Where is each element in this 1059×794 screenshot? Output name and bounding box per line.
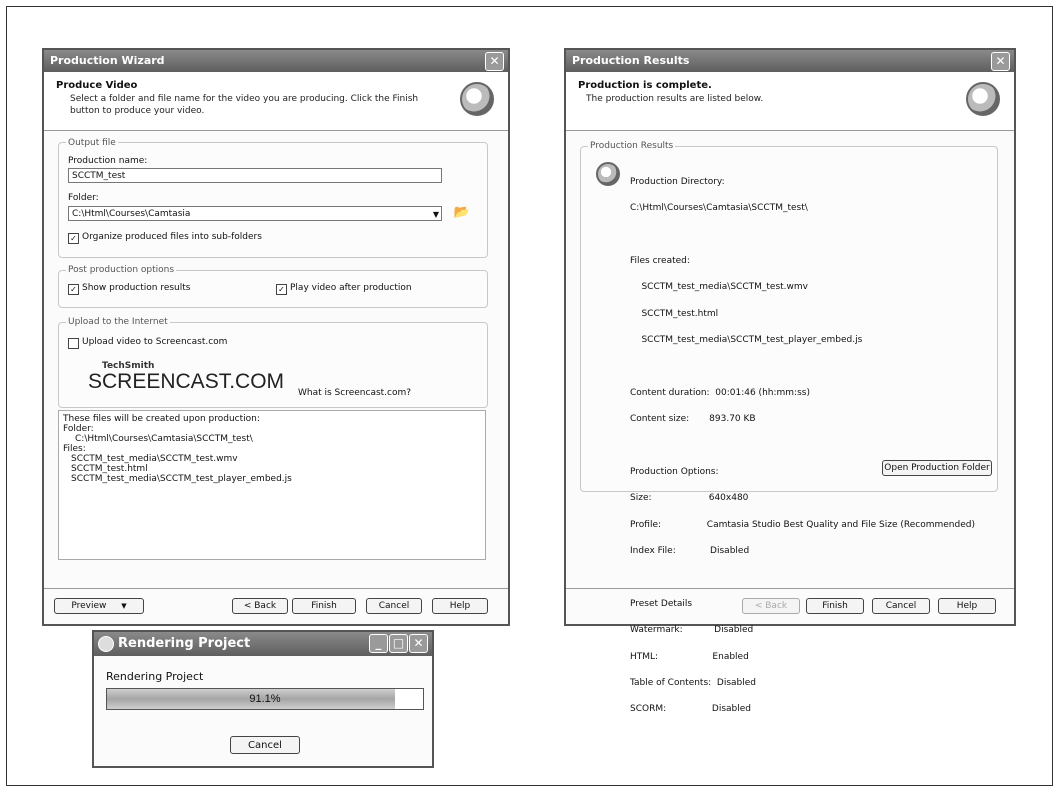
render-progress-text: 91.1% [249,693,281,705]
results-footer-separator [566,588,1014,589]
cancel-button[interactable]: Cancel [366,598,422,614]
preview-button[interactable]: Preview ▼ [54,598,144,614]
finish-button[interactable]: Finish [806,598,864,614]
upload-checkbox[interactable] [68,338,79,349]
render-progress-track: 91.1% [106,688,424,710]
files-info-box: These files will be created upon product… [58,410,486,560]
results-line: SCCTM_test.html [630,308,719,319]
files-info-line: SCCTM_test_media\SCCTM_test_player_embed… [71,474,292,484]
show-results-checkbox[interactable]: ✓ [68,284,79,295]
results-line: Size: 640x480 [630,493,749,504]
results-line: Watermark: Disabled [630,625,754,636]
files-info-line: SCCTM_test.html [71,464,148,474]
organize-checkbox[interactable]: ✓ [68,233,79,244]
render-title: Rendering Project [118,636,251,651]
wizard-header-desc: Select a folder and file name for the vi… [70,94,419,116]
results-line: SCCTM_test_media\SCCTM_test.wmv [630,282,808,293]
results-line [630,442,975,451]
play-after-label: Play video after production [290,283,412,293]
folder-select[interactable]: C:\Html\Courses\Camtasia ▼ [68,206,442,221]
production-results-window: Production Results ✕ Production is compl… [564,48,1016,714]
help-button[interactable]: Help [432,598,488,614]
maximize-icon[interactable]: □ [389,634,408,653]
production-results-group-label: Production Results [588,141,676,151]
files-info-line: Folder: [63,424,94,434]
production-name-label: Production name: [68,156,148,166]
finish-button[interactable]: Finish [292,598,356,614]
files-info-line: These files will be created upon product… [63,414,260,424]
results-header: Production is complete. The production r… [566,72,1014,131]
camtasia-small-icon [596,162,620,186]
results-line: Files created: [630,255,690,266]
files-info-line: Files: [63,444,86,454]
results-lines: Production Directory: C:\Html\Courses\Ca… [630,160,975,732]
folder-value: C:\Html\Courses\Camtasia [72,209,191,219]
open-production-folder-button[interactable]: Open Production Folder [882,460,992,476]
chevron-down-icon[interactable]: ▼ [433,207,439,222]
results-header-desc: The production results are listed below. [586,94,764,104]
results-line [630,230,975,239]
wizard-header: Produce Video Select a folder and file n… [44,72,508,131]
play-after-checkbox[interactable]: ✓ [276,284,287,295]
browse-folder-icon[interactable]: 📂 [452,204,472,222]
camtasia-logo-icon [460,82,494,116]
rendering-project-window: Rendering Project _ □ ✕ Rendering Projec… [92,630,434,768]
render-titlebar: Rendering Project _ □ ✕ [94,632,432,656]
results-line [630,573,975,582]
results-line [630,362,975,371]
render-app-icon [98,636,114,652]
render-label: Rendering Project [106,670,204,683]
results-line: Table of Contents: Disabled [630,678,757,689]
close-icon[interactable]: ✕ [409,634,428,653]
wizard-header-title: Produce Video [56,80,138,91]
production-name-input[interactable]: SCCTM_test [68,168,442,183]
results-title: Production Results [572,54,690,67]
help-button[interactable]: Help [938,598,996,614]
folder-label: Folder: [68,193,99,203]
close-icon[interactable]: ✕ [991,52,1010,71]
post-production-group-label: Post production options [66,265,177,275]
results-header-title: Production is complete. [578,80,712,91]
wizard-titlebar: Production Wizard ✕ [44,50,508,72]
results-titlebar: Production Results ✕ [566,50,1014,72]
organize-label: Organize produced files into sub-folders [82,232,262,242]
cancel-button[interactable]: Cancel [872,598,930,614]
results-line: Index File: Disabled [630,546,750,557]
results-line: Profile: Camtasia Studio Best Quality an… [630,519,975,530]
wizard-title: Production Wizard [50,54,165,67]
files-info-line: C:\Html\Courses\Camtasia\SCCTM_test\ [75,434,253,444]
results-line: SCORM: Disabled [630,704,752,715]
back-button[interactable]: < Back [742,598,800,614]
preview-label: Preview [71,601,107,611]
output-file-group-label: Output file [66,138,118,148]
render-cancel-button[interactable]: Cancel [230,736,300,754]
show-results-label: Show production results [82,283,191,293]
upload-label: Upload video to Screencast.com [82,337,228,347]
results-line: HTML: Enabled [630,651,749,662]
camtasia-logo-icon [966,82,1000,116]
what-is-screencast-link[interactable]: What is Screencast.com? [298,388,411,398]
results-line: Production Directory: [630,176,725,187]
upload-group-label: Upload to the Internet [66,317,170,327]
results-line: C:\Html\Courses\Camtasia\SCCTM_test\ [630,202,808,213]
close-icon[interactable]: ✕ [485,52,504,71]
screencast-logo: SCREENCAST.COM [88,370,285,393]
wizard-footer-separator [44,588,508,589]
results-line: Content size: 893.70 KB [630,414,756,425]
results-line: Content duration: 00:01:46 (hh:mm:ss) [630,387,810,398]
chevron-down-icon: ▼ [121,602,127,610]
minimize-icon[interactable]: _ [369,634,388,653]
back-button[interactable]: < Back [232,598,288,614]
production-wizard-window: Production Wizard ✕ Produce Video Select… [42,48,510,626]
results-line: SCCTM_test_media\SCCTM_test_player_embed… [630,334,863,345]
files-info-line: SCCTM_test_media\SCCTM_test.wmv [71,454,238,464]
